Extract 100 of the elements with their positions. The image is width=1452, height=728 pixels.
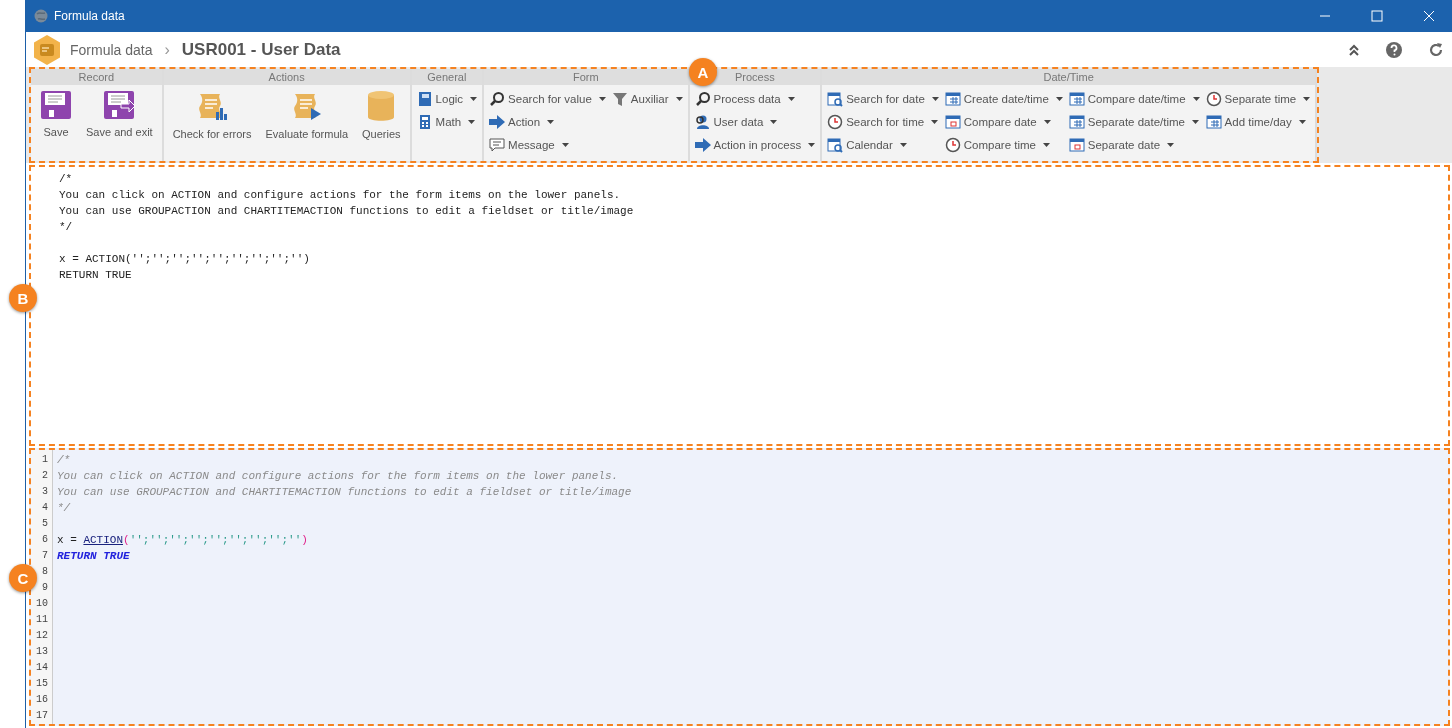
calendar-icon [1205, 113, 1222, 130]
ribbon-menu-button[interactable]: Math [416, 111, 478, 132]
ribbon-menu-button[interactable]: Separate time [1205, 88, 1311, 109]
line-number: 7 [41, 549, 49, 563]
ribbon-menu-button[interactable]: Compare date [944, 111, 1063, 132]
group-label: Actions [163, 69, 410, 85]
line-number: 15 [35, 677, 49, 691]
app-icon [34, 9, 48, 23]
code-line: You can use GROUPACTION and CHARTITEMACTION functions to edit a fieldset or title/image [59, 204, 635, 219]
calendar-search-icon [827, 136, 844, 153]
arrow-right-icon [694, 136, 711, 153]
ribbon-button[interactable]: Save and exit [82, 88, 157, 140]
line-number: 3 [41, 485, 49, 499]
line-number: 2 [41, 469, 49, 483]
ribbon-menu-button[interactable]: Message [489, 134, 606, 155]
group-label: Form [484, 69, 688, 85]
ribbon-menu-button[interactable]: Search for time [827, 111, 939, 132]
user-search-icon [694, 113, 711, 130]
ribbon-menu-button[interactable]: Calendar [827, 134, 939, 155]
arrow-right-icon [489, 113, 506, 130]
ribbon-menu-button[interactable]: Search for date [827, 88, 939, 109]
line-number: 8 [41, 565, 49, 579]
annotation-badge: B [9, 284, 37, 312]
ribbon-menu-button[interactable]: Auxiliar [611, 88, 683, 109]
funnel-icon [611, 90, 628, 107]
search-icon [694, 90, 711, 107]
line-number: 5 [41, 517, 49, 531]
caret-icon [468, 119, 476, 124]
line-number: 9 [41, 581, 49, 595]
line-number: 10 [35, 597, 49, 611]
calendar-icon [944, 113, 961, 130]
ribbon-button[interactable]: Evaluate formula [261, 88, 353, 142]
calendar-icon [1068, 113, 1085, 130]
ribbon-menu-button[interactable]: Search for value [489, 88, 606, 109]
line-number: 11 [35, 613, 49, 627]
ribbon-menu-button[interactable]: Compare time [944, 134, 1063, 155]
ribbon-menu-button[interactable]: Separate date [1068, 134, 1200, 155]
caret-icon [931, 96, 939, 101]
formula-logo-icon [32, 33, 62, 66]
code-line: /* [57, 453, 72, 468]
caret-icon [1043, 119, 1051, 124]
caret-icon [1298, 119, 1306, 124]
ribbon-menu-button[interactable]: Add time/day [1205, 111, 1311, 132]
ribbon-menu-button[interactable]: Action in process [694, 134, 816, 155]
code-line: x = ACTION('';'';'';'';'';'';'';'';'') [59, 252, 311, 267]
caret-icon [547, 119, 555, 124]
code-line: */ [59, 220, 74, 235]
ribbon-menu-button[interactable]: Logic [416, 88, 478, 109]
caret-icon [1055, 96, 1063, 101]
refresh-icon[interactable] [1428, 41, 1444, 58]
caret-icon [675, 96, 683, 101]
group-label: Record [31, 69, 162, 85]
code-line: You can use GROUPACTION and CHARTITEMACTION functions to edit a fieldset or title/image [57, 485, 633, 500]
collapse-icon[interactable] [1348, 42, 1360, 57]
caret-icon [1192, 96, 1200, 101]
line-number: 1 [41, 453, 49, 467]
speech-bubble-icon [489, 136, 506, 153]
caret-icon [598, 96, 606, 101]
save-exit-icon [103, 90, 136, 120]
caret-icon [787, 96, 795, 101]
caret-icon [1043, 142, 1050, 147]
line-number: 14 [35, 661, 49, 675]
close-icon[interactable] [1423, 10, 1435, 22]
ribbon-menu-button[interactable]: Action [489, 111, 606, 132]
code-line: RETURN TRUE [57, 549, 131, 564]
code-line: You can click on ACTION and configure actions for the form items on the lower panels. [59, 188, 622, 203]
code-line: You can click on ACTION and configure actions for the form items on the lower panels. [57, 469, 620, 484]
calendar-icon [1068, 90, 1085, 107]
line-number: 6 [41, 533, 49, 547]
clock-icon [944, 136, 961, 153]
ribbon-button[interactable]: Queries [358, 88, 405, 142]
ribbon-menu-button[interactable]: Process data [694, 88, 816, 109]
ribbon-menu-button[interactable]: Separate date/time [1068, 111, 1200, 132]
ribbon-menu-button[interactable]: User data [694, 111, 816, 132]
line-number: 17 [35, 709, 49, 723]
ribbon-menu-button[interactable]: Create date/time [944, 88, 1063, 109]
page-title: USR001 - User Data [181, 39, 342, 60]
maximize-icon[interactable] [1371, 10, 1383, 22]
annotation-badge: A [689, 58, 717, 86]
caret-icon [470, 96, 478, 101]
breadcrumb-link[interactable]: Formula data [70, 41, 153, 58]
ribbon-menu-button[interactable]: Compare date/time [1068, 88, 1200, 109]
caret-icon [1303, 96, 1311, 101]
annotation-badge: C [9, 564, 37, 592]
caret-icon [1167, 142, 1175, 147]
caret-icon [808, 142, 816, 147]
caret-icon [1191, 119, 1199, 124]
code-line: x = ACTION('';'';'';'';'';'';'';'';'') [57, 533, 309, 548]
calendar-icon [944, 90, 961, 107]
help-icon[interactable] [1386, 41, 1402, 58]
line-number: 4 [41, 501, 49, 515]
caret-icon [931, 119, 939, 124]
ribbon-button[interactable]: Check for errors [168, 88, 256, 142]
group-label: Date/Time [822, 69, 1316, 85]
caret-icon [899, 142, 907, 147]
line-number: 13 [35, 645, 49, 659]
clock-icon [1205, 90, 1222, 107]
caret-icon [770, 119, 778, 124]
ribbon-button[interactable]: Save [36, 88, 76, 140]
caret-icon [561, 142, 569, 147]
